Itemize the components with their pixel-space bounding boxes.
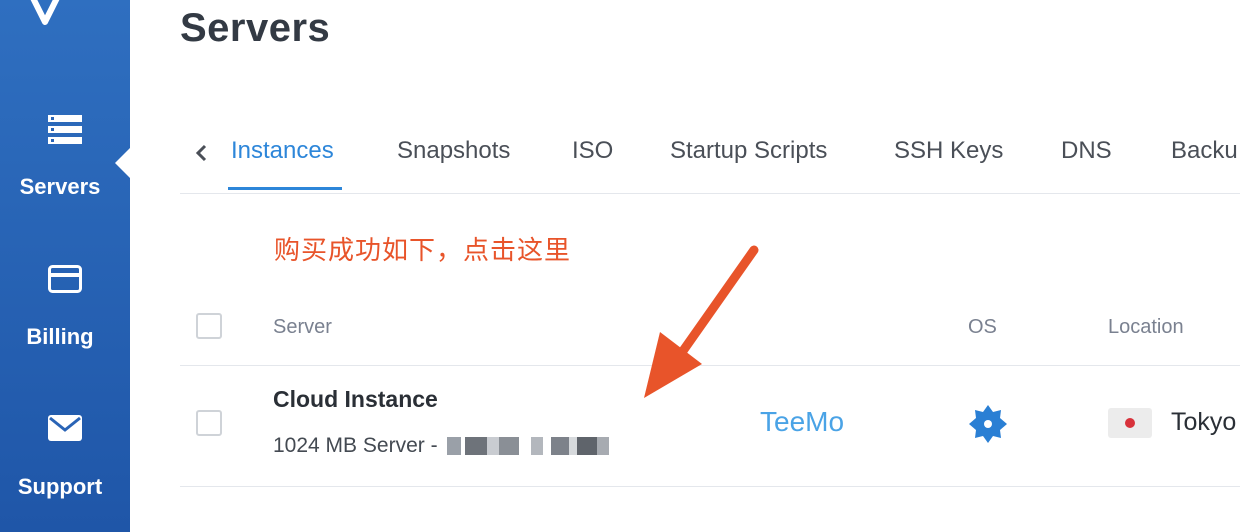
page-title: Servers (180, 6, 331, 50)
row-checkbox[interactable] (196, 410, 222, 436)
server-plan: 1024 MB Server - (273, 434, 444, 457)
japan-flag-icon (1108, 408, 1152, 438)
column-header-server[interactable]: Server (273, 316, 332, 339)
sidebar-item-label: Support (17, 474, 103, 499)
redacted-ip (447, 437, 610, 456)
column-header-location[interactable]: Location (1108, 316, 1184, 339)
os-gear-icon (969, 405, 1007, 443)
tab-dns[interactable]: DNS (1061, 137, 1112, 165)
annotation-arrow-icon (644, 245, 759, 398)
servers-icon (48, 115, 82, 144)
server-subtitle: 1024 MB Server - (273, 434, 610, 458)
logo-icon[interactable] (30, 0, 60, 28)
tab-snapshots[interactable]: Snapshots (397, 137, 510, 165)
sidebar-item-support[interactable]: Support (0, 410, 130, 510)
sidebar-item-label: Billing (26, 324, 94, 349)
location-text: Tokyo (1171, 408, 1237, 436)
tab-startup-scripts[interactable]: Startup Scripts (670, 137, 827, 165)
envelope-icon (48, 415, 82, 441)
sidebar: Servers Billing Support (0, 0, 130, 532)
annotation-text: 购买成功如下，点击这里 (274, 236, 572, 266)
tab-instances[interactable]: Instances (231, 137, 334, 165)
tab-iso[interactable]: ISO (572, 137, 613, 165)
tab-ssh-keys[interactable]: SSH Keys (894, 137, 1003, 165)
column-header-os[interactable]: OS (968, 316, 997, 339)
active-indicator (115, 148, 130, 178)
sidebar-item-label: Servers (19, 174, 101, 199)
sidebar-item-billing[interactable]: Billing (0, 260, 130, 360)
select-all-checkbox[interactable] (196, 313, 222, 339)
credit-card-icon (48, 265, 82, 293)
server-name-link[interactable]: Cloud Instance (273, 386, 438, 413)
tab-bar: Instances Snapshots ISO Startup Scripts … (180, 125, 1240, 194)
active-tab-underline (228, 187, 342, 190)
server-label-link[interactable]: TeeMo (760, 406, 844, 438)
sidebar-item-servers[interactable]: Servers (0, 110, 130, 210)
chevron-left-icon[interactable] (192, 143, 212, 163)
tab-backups[interactable]: Backu (1171, 137, 1238, 165)
